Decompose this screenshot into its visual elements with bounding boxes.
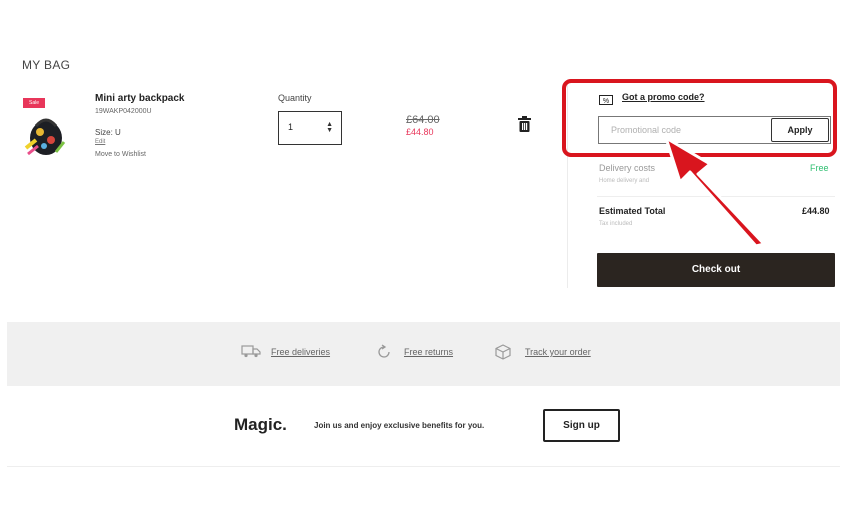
quantity-value: 1 [288, 122, 294, 132]
product-sku: 19WAKP042000U [95, 108, 152, 115]
sale-badge: Sale [23, 98, 45, 108]
sign-up-button[interactable]: Sign up [543, 409, 620, 442]
edit-link[interactable]: Edit [95, 139, 105, 145]
free-returns-link[interactable]: Free returns [404, 347, 453, 357]
product-size: Size: U [95, 128, 121, 137]
package-icon [495, 344, 511, 365]
checkout-button[interactable]: Check out [597, 253, 835, 287]
estimated-total-value: £44.80 [802, 206, 830, 216]
quantity-select[interactable]: 1 ▲ ▼ [278, 111, 342, 145]
trash-icon[interactable] [517, 116, 532, 132]
original-price: £64.00 [406, 114, 440, 126]
return-icon [376, 344, 392, 365]
delivery-costs-value: Free [810, 163, 829, 173]
sale-price: £44.80 [406, 127, 434, 137]
page-title: MY BAG [22, 58, 71, 72]
benefits-bar: Free deliveries Free returns Track your … [7, 322, 840, 386]
truck-icon [241, 344, 261, 363]
free-deliveries-link[interactable]: Free deliveries [271, 347, 330, 357]
brand-logo: Magic. [234, 415, 287, 434]
annotation-arrow-icon [640, 120, 780, 250]
quantity-label: Quantity [278, 93, 312, 103]
move-to-wishlist-link[interactable]: Move to Wishlist [95, 151, 146, 158]
product-name[interactable]: Mini arty backpack [95, 93, 184, 104]
newsletter-text: Join us and enjoy exclusive benefits for… [314, 421, 485, 430]
track-order-link[interactable]: Track your order [525, 347, 591, 357]
select-arrows-icon: ▲ ▼ [326, 121, 333, 134]
tax-note: Tax included [599, 221, 633, 227]
footer-divider [7, 466, 840, 467]
